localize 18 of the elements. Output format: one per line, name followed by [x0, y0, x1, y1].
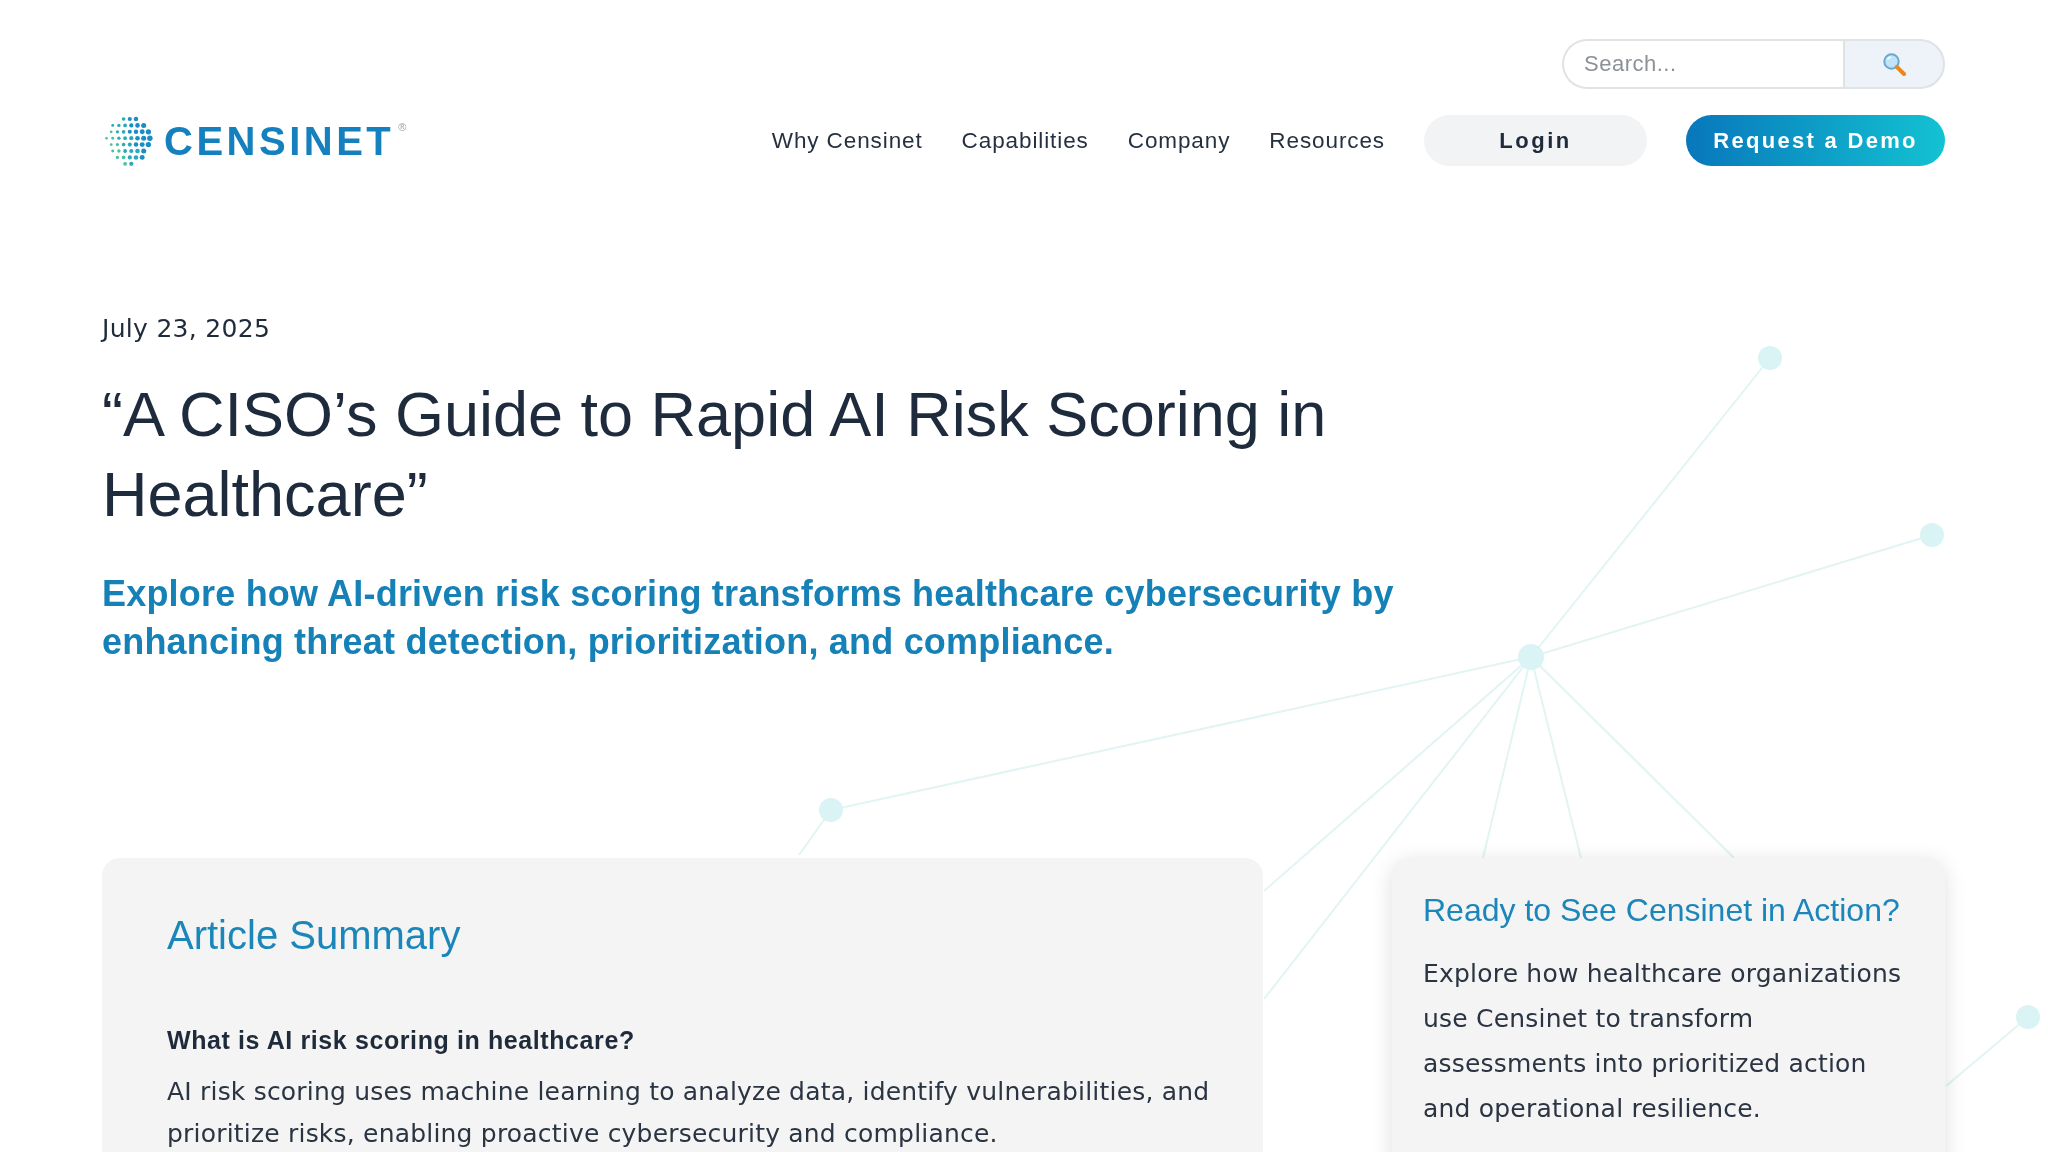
nav-link[interactable]: Capabilities — [961, 127, 1089, 154]
promo-text: Explore how healthcare organizations use Censinet to transform assessments into prioritized action and operational resilience. — [1423, 958, 1903, 1125]
nav-link[interactable]: Resources — [1269, 127, 1385, 154]
summary-answer: AI risk scoring uses machine learning to analyze data, identify vulnerabilities, and prioritize risks, enabling proactive cybersecurity and compliance. — [167, 1076, 1211, 1150]
summary-heading: Article Summary — [167, 912, 462, 959]
article-title: “A CISO’s Guide to Rapid AI Risk Scoring in Healthcare” — [102, 378, 1328, 531]
login-button[interactable]: Login — [1424, 115, 1647, 166]
search-icon — [1882, 52, 1906, 76]
summary-question: What is AI risk scoring in healthcare? — [167, 1025, 636, 1056]
nav-link[interactable]: Why Censinet — [771, 127, 923, 154]
nav-link[interactable]: Company — [1127, 127, 1231, 154]
registered-mark: ® — [398, 120, 407, 133]
promo-heading: Ready to See Censinet in Action? — [1423, 891, 1901, 930]
search-field[interactable]: Search... — [1562, 39, 1843, 89]
search-button[interactable] — [1843, 39, 1945, 89]
article-date: July 23, 2025 — [102, 314, 272, 344]
logo-wordmark[interactable]: CENSINET — [164, 118, 395, 163]
article-subtitle: Explore how AI-driven risk scoring transforms healthcare cybersecurity by enhancing threat detection, prioritization, and compliance. — [102, 572, 1395, 664]
